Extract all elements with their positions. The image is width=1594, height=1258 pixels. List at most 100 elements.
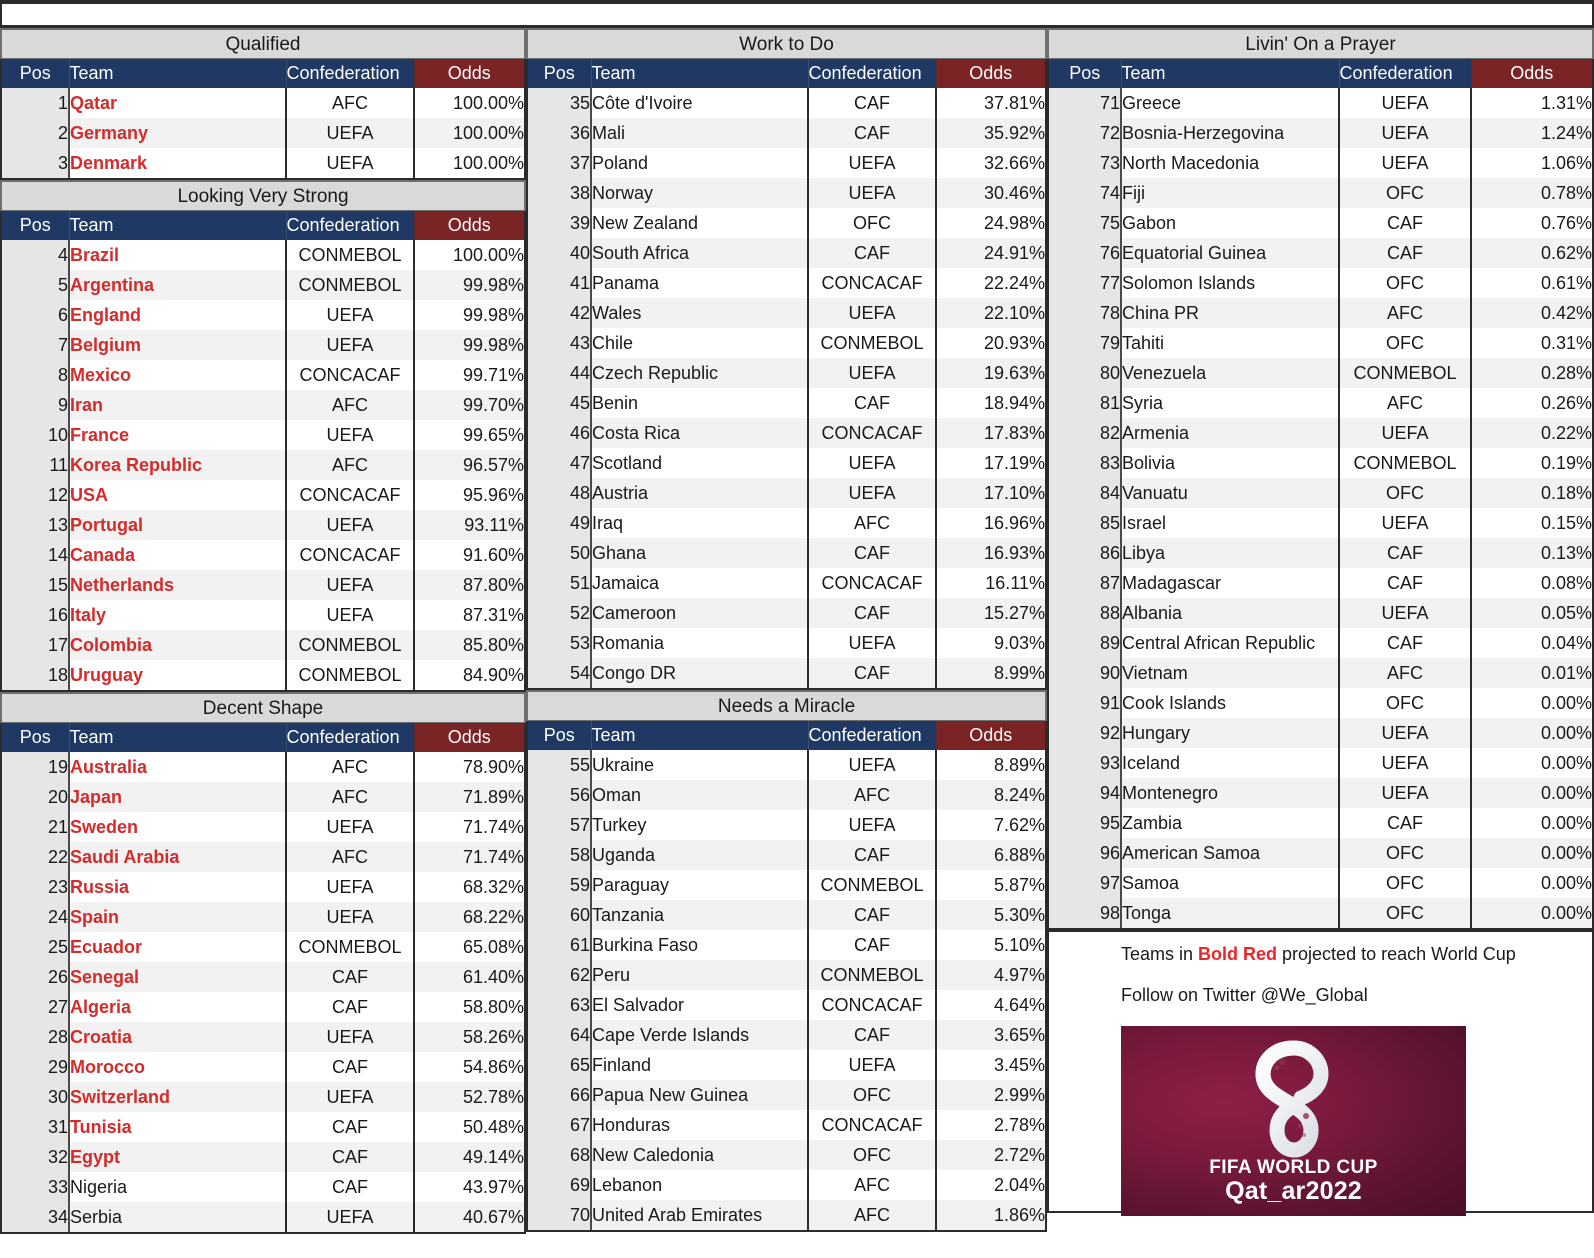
table-row[interactable]: 34 Serbia UEFA 40.67% (2, 1202, 524, 1232)
table-row[interactable]: 59 Paraguay CONMEBOL 5.87% (528, 870, 1045, 900)
table-row[interactable]: 96 American Samoa OFC 0.00% (1049, 838, 1592, 868)
table-row[interactable]: 77 Solomon Islands OFC 0.61% (1049, 268, 1592, 298)
col-header-odds[interactable]: Odds (414, 211, 524, 240)
table-row[interactable]: 94 Montenegro UEFA 0.00% (1049, 778, 1592, 808)
table-row[interactable]: 62 Peru CONMEBOL 4.97% (528, 960, 1045, 990)
table-row[interactable]: 39 New Zealand OFC 24.98% (528, 208, 1045, 238)
col-header-confederation[interactable]: Confederation (286, 723, 415, 752)
col-header-team[interactable]: Team (69, 59, 287, 88)
table-row[interactable]: 70 United Arab Emirates AFC 1.86% (528, 1200, 1045, 1230)
table-row[interactable]: 20 Japan AFC 71.89% (2, 782, 524, 812)
table-row[interactable]: 8 Mexico CONCACAF 99.71% (2, 360, 524, 390)
table-row[interactable]: 54 Congo DR CAF 8.99% (528, 658, 1045, 688)
table-row[interactable]: 58 Uganda CAF 6.88% (528, 840, 1045, 870)
table-row[interactable]: 74 Fiji OFC 0.78% (1049, 178, 1592, 208)
col-header-pos[interactable]: Pos (528, 721, 592, 750)
table-row[interactable]: 57 Turkey UEFA 7.62% (528, 810, 1045, 840)
table-row[interactable]: 44 Czech Republic UEFA 19.63% (528, 358, 1045, 388)
table-row[interactable]: 45 Benin CAF 18.94% (528, 388, 1045, 418)
col-header-team[interactable]: Team (591, 59, 809, 88)
table-row[interactable]: 48 Austria UEFA 17.10% (528, 478, 1045, 508)
table-row[interactable]: 47 Scotland UEFA 17.19% (528, 448, 1045, 478)
table-row[interactable]: 56 Oman AFC 8.24% (528, 780, 1045, 810)
table-row[interactable]: 95 Zambia CAF 0.00% (1049, 808, 1592, 838)
col-header-odds[interactable]: Odds (414, 723, 524, 752)
table-row[interactable]: 81 Syria AFC 0.26% (1049, 388, 1592, 418)
table-row[interactable]: 31 Tunisia CAF 50.48% (2, 1112, 524, 1142)
table-row[interactable]: 16 Italy UEFA 87.31% (2, 600, 524, 630)
table-row[interactable]: 2 Germany UEFA 100.00% (2, 118, 524, 148)
table-row[interactable]: 89 Central African Republic CAF 0.04% (1049, 628, 1592, 658)
table-row[interactable]: 3 Denmark UEFA 100.00% (2, 148, 524, 178)
table-row[interactable]: 43 Chile CONMEBOL 20.93% (528, 328, 1045, 358)
table-row[interactable]: 61 Burkina Faso CAF 5.10% (528, 930, 1045, 960)
table-row[interactable]: 38 Norway UEFA 30.46% (528, 178, 1045, 208)
col-header-odds[interactable]: Odds (936, 721, 1045, 750)
col-header-team[interactable]: Team (69, 211, 287, 240)
table-row[interactable]: 50 Ghana CAF 16.93% (528, 538, 1045, 568)
col-header-confederation[interactable]: Confederation (286, 59, 415, 88)
table-row[interactable]: 55 Ukraine UEFA 8.89% (528, 750, 1045, 780)
table-row[interactable]: 98 Tonga OFC 0.00% (1049, 898, 1592, 928)
table-row[interactable]: 1 Qatar AFC 100.00% (2, 88, 524, 118)
col-header-odds[interactable]: Odds (414, 59, 524, 88)
table-row[interactable]: 88 Albania UEFA 0.05% (1049, 598, 1592, 628)
table-row[interactable]: 78 China PR AFC 0.42% (1049, 298, 1592, 328)
table-row[interactable]: 92 Hungary UEFA 0.00% (1049, 718, 1592, 748)
col-header-pos[interactable]: Pos (1049, 59, 1122, 88)
table-row[interactable]: 22 Saudi Arabia AFC 71.74% (2, 842, 524, 872)
table-row[interactable]: 72 Bosnia-Herzegovina UEFA 1.24% (1049, 118, 1592, 148)
table-row[interactable]: 67 Honduras CONCACAF 2.78% (528, 1110, 1045, 1140)
table-row[interactable]: 40 South Africa CAF 24.91% (528, 238, 1045, 268)
table-row[interactable]: 66 Papua New Guinea OFC 2.99% (528, 1080, 1045, 1110)
col-header-pos[interactable]: Pos (2, 723, 70, 752)
col-header-pos[interactable]: Pos (2, 59, 70, 88)
table-row[interactable]: 83 Bolivia CONMEBOL 0.19% (1049, 448, 1592, 478)
table-row[interactable]: 68 New Caledonia OFC 2.72% (528, 1140, 1045, 1170)
table-row[interactable]: 27 Algeria CAF 58.80% (2, 992, 524, 1022)
table-row[interactable]: 79 Tahiti OFC 0.31% (1049, 328, 1592, 358)
table-row[interactable]: 17 Colombia CONMEBOL 85.80% (2, 630, 524, 660)
table-row[interactable]: 6 England UEFA 99.98% (2, 300, 524, 330)
table-row[interactable]: 37 Poland UEFA 32.66% (528, 148, 1045, 178)
table-row[interactable]: 4 Brazil CONMEBOL 100.00% (2, 240, 524, 270)
table-row[interactable]: 93 Iceland UEFA 0.00% (1049, 748, 1592, 778)
table-row[interactable]: 10 France UEFA 99.65% (2, 420, 524, 450)
col-header-odds[interactable]: Odds (1471, 59, 1592, 88)
table-row[interactable]: 5 Argentina CONMEBOL 99.98% (2, 270, 524, 300)
col-header-confederation[interactable]: Confederation (808, 721, 937, 750)
table-row[interactable]: 11 Korea Republic AFC 96.57% (2, 450, 524, 480)
table-row[interactable]: 65 Finland UEFA 3.45% (528, 1050, 1045, 1080)
table-row[interactable]: 86 Libya CAF 0.13% (1049, 538, 1592, 568)
table-row[interactable]: 35 Côte d'Ivoire CAF 37.81% (528, 88, 1045, 118)
table-row[interactable]: 75 Gabon CAF 0.76% (1049, 208, 1592, 238)
table-row[interactable]: 51 Jamaica CONCACAF 16.11% (528, 568, 1045, 598)
table-row[interactable]: 32 Egypt CAF 49.14% (2, 1142, 524, 1172)
table-row[interactable]: 29 Morocco CAF 54.86% (2, 1052, 524, 1082)
table-row[interactable]: 73 North Macedonia UEFA 1.06% (1049, 148, 1592, 178)
table-row[interactable]: 97 Samoa OFC 0.00% (1049, 868, 1592, 898)
table-row[interactable]: 52 Cameroon CAF 15.27% (528, 598, 1045, 628)
table-row[interactable]: 33 Nigeria CAF 43.97% (2, 1172, 524, 1202)
table-row[interactable]: 76 Equatorial Guinea CAF 0.62% (1049, 238, 1592, 268)
table-row[interactable]: 69 Lebanon AFC 2.04% (528, 1170, 1045, 1200)
col-header-pos[interactable]: Pos (2, 211, 70, 240)
table-row[interactable]: 26 Senegal CAF 61.40% (2, 962, 524, 992)
table-row[interactable]: 12 USA CONCACAF 95.96% (2, 480, 524, 510)
table-row[interactable]: 49 Iraq AFC 16.96% (528, 508, 1045, 538)
table-row[interactable]: 30 Switzerland UEFA 52.78% (2, 1082, 524, 1112)
col-header-pos[interactable]: Pos (528, 59, 592, 88)
table-row[interactable]: 14 Canada CONCACAF 91.60% (2, 540, 524, 570)
col-header-team[interactable]: Team (591, 721, 809, 750)
table-row[interactable]: 24 Spain UEFA 68.22% (2, 902, 524, 932)
table-row[interactable]: 15 Netherlands UEFA 87.80% (2, 570, 524, 600)
table-row[interactable]: 28 Croatia UEFA 58.26% (2, 1022, 524, 1052)
table-row[interactable]: 18 Uruguay CONMEBOL 84.90% (2, 660, 524, 690)
col-header-team[interactable]: Team (1121, 59, 1340, 88)
table-row[interactable]: 63 El Salvador CONCACAF 4.64% (528, 990, 1045, 1020)
col-header-confederation[interactable]: Confederation (286, 211, 415, 240)
col-header-confederation[interactable]: Confederation (1339, 59, 1472, 88)
table-row[interactable]: 13 Portugal UEFA 93.11% (2, 510, 524, 540)
table-row[interactable]: 90 Vietnam AFC 0.01% (1049, 658, 1592, 688)
table-row[interactable]: 46 Costa Rica CONCACAF 17.83% (528, 418, 1045, 448)
